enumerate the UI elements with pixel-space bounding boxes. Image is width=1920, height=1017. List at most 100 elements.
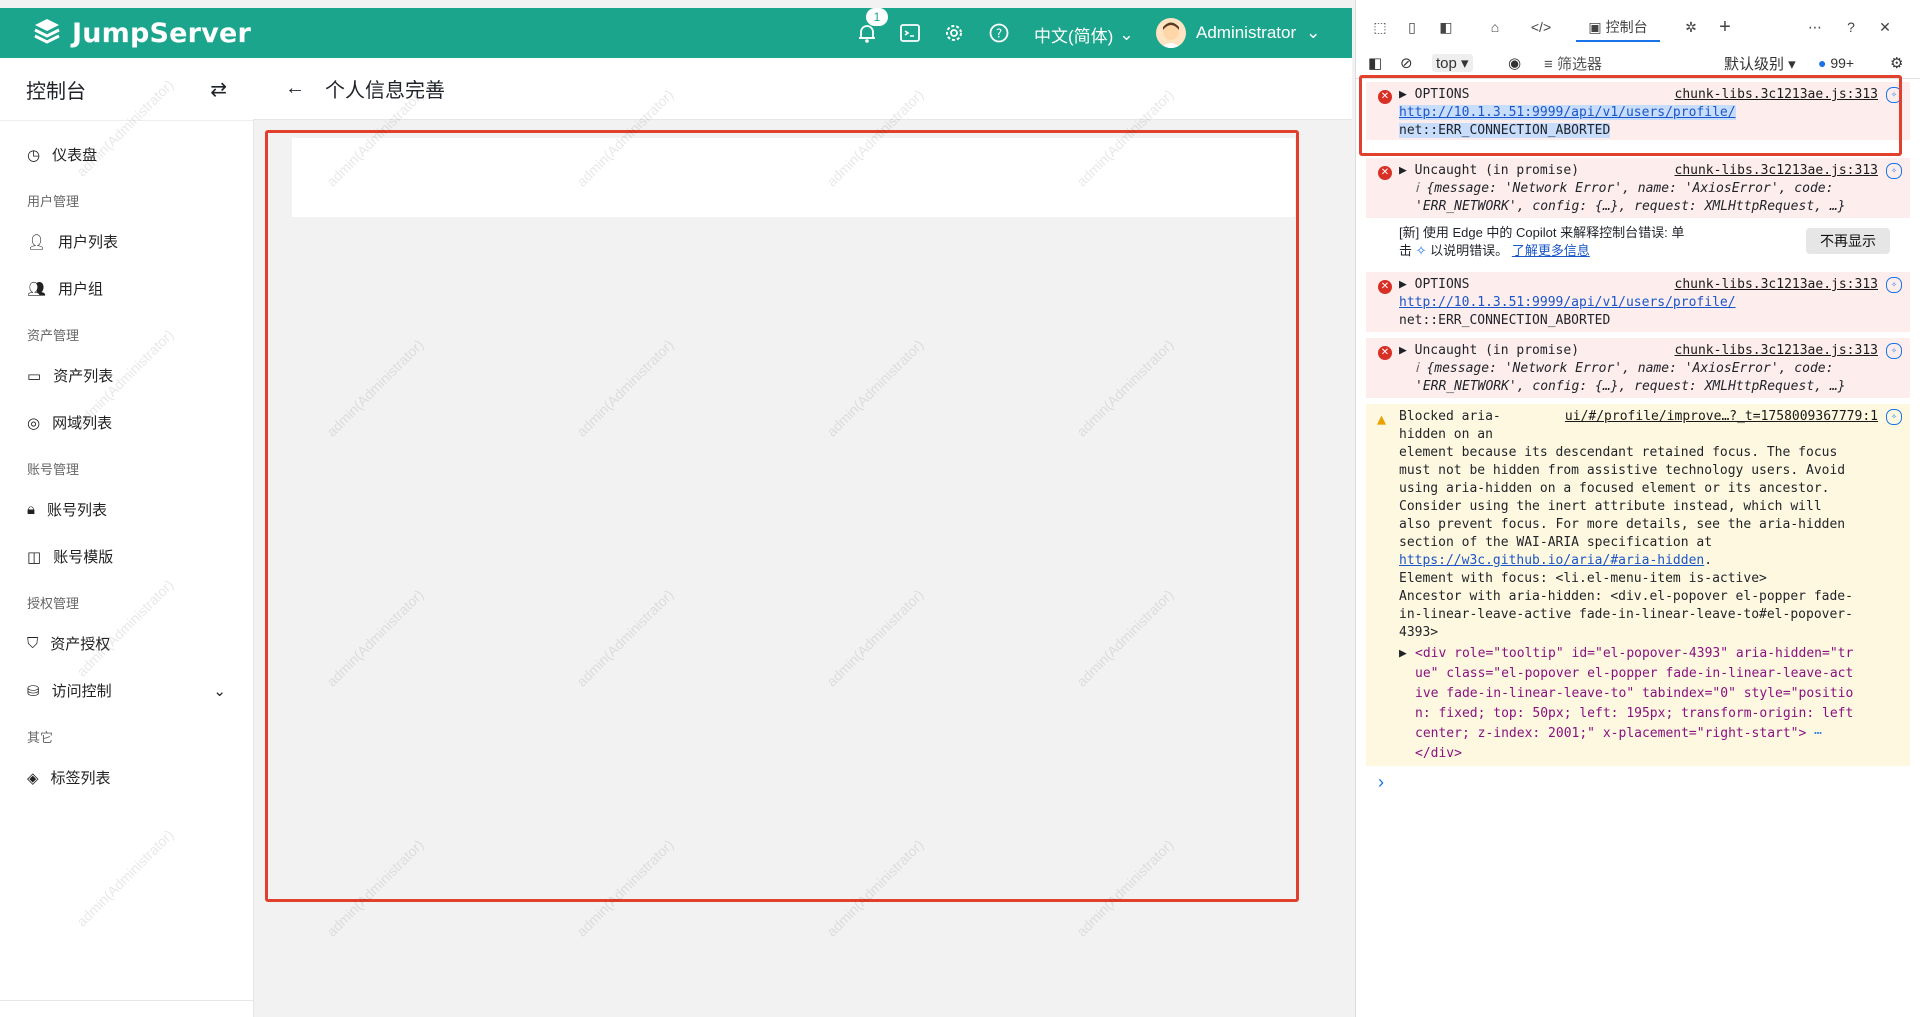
inspect-element-icon[interactable]: ⬚ — [1368, 14, 1392, 40]
html-snippet-line: center; z-index: 2001;" x-placement="rig… — [1415, 726, 1807, 741]
dock-side-icon[interactable]: ◧ — [1434, 14, 1458, 40]
shield-check-icon: ⛉ — [27, 635, 39, 652]
sidebar-item-zone-list[interactable]: ◎ 网域列表 — [0, 399, 253, 446]
log-source-link[interactable]: ui/#/profile/improve…?_t=1758009367779:1 — [1565, 408, 1878, 426]
user-menu[interactable]: Administrator ⌄ — [1156, 18, 1320, 48]
sidebar-item-label: 标签列表 — [50, 770, 111, 787]
log-text: OPTIONS — [1414, 277, 1470, 292]
sidebar-item-user-group[interactable]: 👥︎ 用户组 — [0, 265, 253, 312]
lock-icon: 🔒︎ — [27, 501, 35, 518]
error-object-line: 'ERR_NETWORK', config: {…}, request: XML… — [1415, 199, 1846, 214]
html-snippet-line: n: fixed; top: 50px; left: 195px; transf… — [1415, 706, 1854, 721]
expand-triangle-icon[interactable]: ▶ — [1399, 277, 1407, 292]
sidebar-group-title: 账号管理 — [27, 462, 80, 477]
sidebar-item-tag-list[interactable]: ◈ 标签列表 — [0, 754, 253, 801]
request-url-link[interactable]: http://10.1.3.51:9999/api/v1/users/profi… — [1399, 295, 1736, 310]
sidebar-group-title: 其它 — [27, 730, 54, 745]
sidebar-item-user-list[interactable]: 👤︎ 用户列表 — [0, 218, 253, 265]
sidebar-item-label: 用户组 — [58, 281, 104, 298]
warning-icon: ▲ — [1377, 410, 1387, 428]
help-icon[interactable]: ? — [1838, 14, 1864, 40]
learn-more-link[interactable]: 了解更多信息 — [1512, 243, 1590, 258]
sidebar-title: 控制台 — [26, 80, 86, 103]
log-source-link[interactable]: chunk-libs.3c1213ae.js:313 — [1675, 162, 1879, 180]
terminal-icon[interactable] — [899, 22, 921, 44]
log-detail: net::ERR_CONNECTION_ABORTED — [1399, 313, 1611, 328]
warning-ancestor-line: Ancestor with aria-hidden: <div.el-popov… — [1399, 589, 1853, 604]
sidebar-item-access-control[interactable]: ⛁ 访问控制 ⌄ — [0, 667, 253, 714]
copilot-tip-text: 击 — [1399, 243, 1413, 258]
close-icon[interactable]: ✕ — [1872, 14, 1898, 40]
dont-show-again-button[interactable]: 不再显示 — [1806, 228, 1890, 254]
more-options-icon[interactable]: ⋯ — [1802, 14, 1828, 40]
aria-spec-link[interactable]: https://w3c.github.io/aria/#aria-hidden — [1399, 553, 1704, 568]
expand-triangle-icon[interactable]: ▶ — [1399, 343, 1407, 358]
info-icon: ⅰ — [1415, 361, 1419, 376]
log-text: Uncaught (in promise) — [1414, 163, 1580, 178]
console-settings-gear-icon[interactable]: ⚙ — [1890, 54, 1903, 72]
copilot-tip-text: 以说明错误。 — [1430, 243, 1509, 258]
copilot-explain-icon[interactable]: ✧ — [1886, 343, 1902, 359]
back-arrow-icon[interactable]: ← — [285, 77, 305, 100]
jumpserver-app: JumpServer 1 ? 中文(简体) ⌄ Administrator ⌄ … — [0, 0, 1355, 1017]
console-icon: ▣ — [1588, 18, 1602, 35]
chevron-down-icon: ⌄ — [1119, 24, 1134, 44]
brand-logo[interactable]: JumpServer — [30, 16, 251, 50]
sidebar-item-asset-list[interactable]: ▭ 资产列表 — [0, 352, 253, 399]
sidebar-item-label: 访问控制 — [51, 683, 112, 700]
ellipsis-icon[interactable]: ⋯ — [1806, 726, 1822, 741]
switch-view-icon[interactable]: ⇄ — [210, 77, 227, 102]
context-selector[interactable]: top ▾ — [1432, 54, 1473, 72]
user-name: Administrator — [1196, 23, 1297, 42]
sidebar-item-account-list[interactable]: 🔒︎ 账号列表 — [0, 486, 253, 533]
filter-input[interactable]: ≡ 筛选器 — [1544, 53, 1714, 74]
log-source-link[interactable]: chunk-libs.3c1213ae.js:313 — [1675, 276, 1879, 294]
user-group-icon: 👥︎ — [27, 280, 47, 298]
settings-gear-icon[interactable] — [943, 22, 965, 44]
add-tab-icon[interactable]: + — [1712, 14, 1738, 40]
console-prompt[interactable]: › — [1378, 772, 1384, 793]
debug-bug-icon[interactable]: ✲ — [1678, 14, 1704, 40]
console-error-entry: ✕ ▶ Uncaught (in promise) chunk-libs.3c1… — [1366, 158, 1910, 218]
log-level-selector[interactable]: 默认级别 ▾ — [1724, 53, 1796, 74]
highlight-box-error — [1359, 75, 1902, 156]
error-object-line: 'ERR_NETWORK', config: {…}, request: XML… — [1415, 379, 1846, 394]
live-expression-eye-icon[interactable]: ◉ — [1508, 54, 1521, 72]
clear-console-icon[interactable]: ⊘ — [1400, 54, 1413, 72]
sidebar-item-account-template[interactable]: ◫ 账号模版 — [0, 533, 253, 580]
page-title: 个人信息完善 — [325, 80, 445, 102]
sidebar-toggle-icon[interactable]: ◧ — [1368, 54, 1382, 72]
welcome-home-icon[interactable]: ⌂ — [1482, 14, 1508, 40]
location-pin-icon: ◎ — [27, 414, 41, 432]
sidebar-item-label: 仪表盘 — [52, 147, 98, 164]
copilot-tip: [新] 使用 Edge 中的 Copilot 来解释控制台错误: 单 击 ✧ 以… — [1366, 220, 1910, 270]
tab-console-label: 控制台 — [1605, 19, 1648, 35]
copilot-explain-icon[interactable]: ✧ — [1886, 409, 1902, 425]
sidebar-group-title: 授权管理 — [27, 596, 80, 611]
help-icon[interactable]: ? — [988, 22, 1010, 44]
console-error-entry: ✕ ▶ OPTIONS chunk-libs.3c1213ae.js:313 ✧… — [1366, 272, 1910, 332]
sidebar-item-label: 账号列表 — [46, 502, 107, 519]
filter-icon: ≡ — [1544, 55, 1553, 73]
elements-tab-icon[interactable]: </> — [1526, 14, 1556, 40]
sidebar-item-asset-permission[interactable]: ⛉ 资产授权 — [0, 620, 253, 667]
expand-triangle-icon[interactable]: ▶ — [1399, 644, 1407, 664]
devtools-panel: ⬚ ▯ ◧ ⌂ </> ▣ 控制台 ✲ + ⋯ ? ✕ ◧ ⊘ top ▾ ◉ … — [1355, 0, 1920, 1017]
page-header: ← 个人信息完善 — [253, 58, 1352, 120]
tag-icon: ◈ — [27, 769, 39, 787]
device-toolbar-icon[interactable]: ▯ — [1400, 14, 1424, 40]
error-icon: ✕ — [1378, 166, 1392, 180]
expand-triangle-icon[interactable]: ▶ — [1399, 163, 1407, 178]
issues-counter[interactable]: ● 99+ — [1818, 55, 1854, 71]
devtools-toolbar: ⬚ ▯ ◧ ⌂ </> ▣ 控制台 ✲ + ⋯ ? ✕ — [1356, 8, 1920, 46]
access-control-icon: ⛁ — [27, 682, 40, 700]
warning-ancestor-line: in-linear-leave-active fade-in-linear-le… — [1399, 607, 1853, 622]
dashboard-icon: ◷ — [27, 146, 41, 164]
copilot-explain-icon[interactable]: ✧ — [1886, 277, 1902, 293]
tab-console[interactable]: ▣ 控制台 — [1576, 14, 1660, 42]
sidebar-item-dashboard[interactable]: ◷ 仪表盘 — [0, 131, 253, 178]
copilot-explain-icon[interactable]: ✧ — [1886, 163, 1902, 179]
warning-head: hidden on an — [1399, 427, 1493, 442]
language-selector[interactable]: 中文(简体) ⌄ — [1034, 22, 1134, 47]
log-source-link[interactable]: chunk-libs.3c1213ae.js:313 — [1675, 342, 1879, 360]
